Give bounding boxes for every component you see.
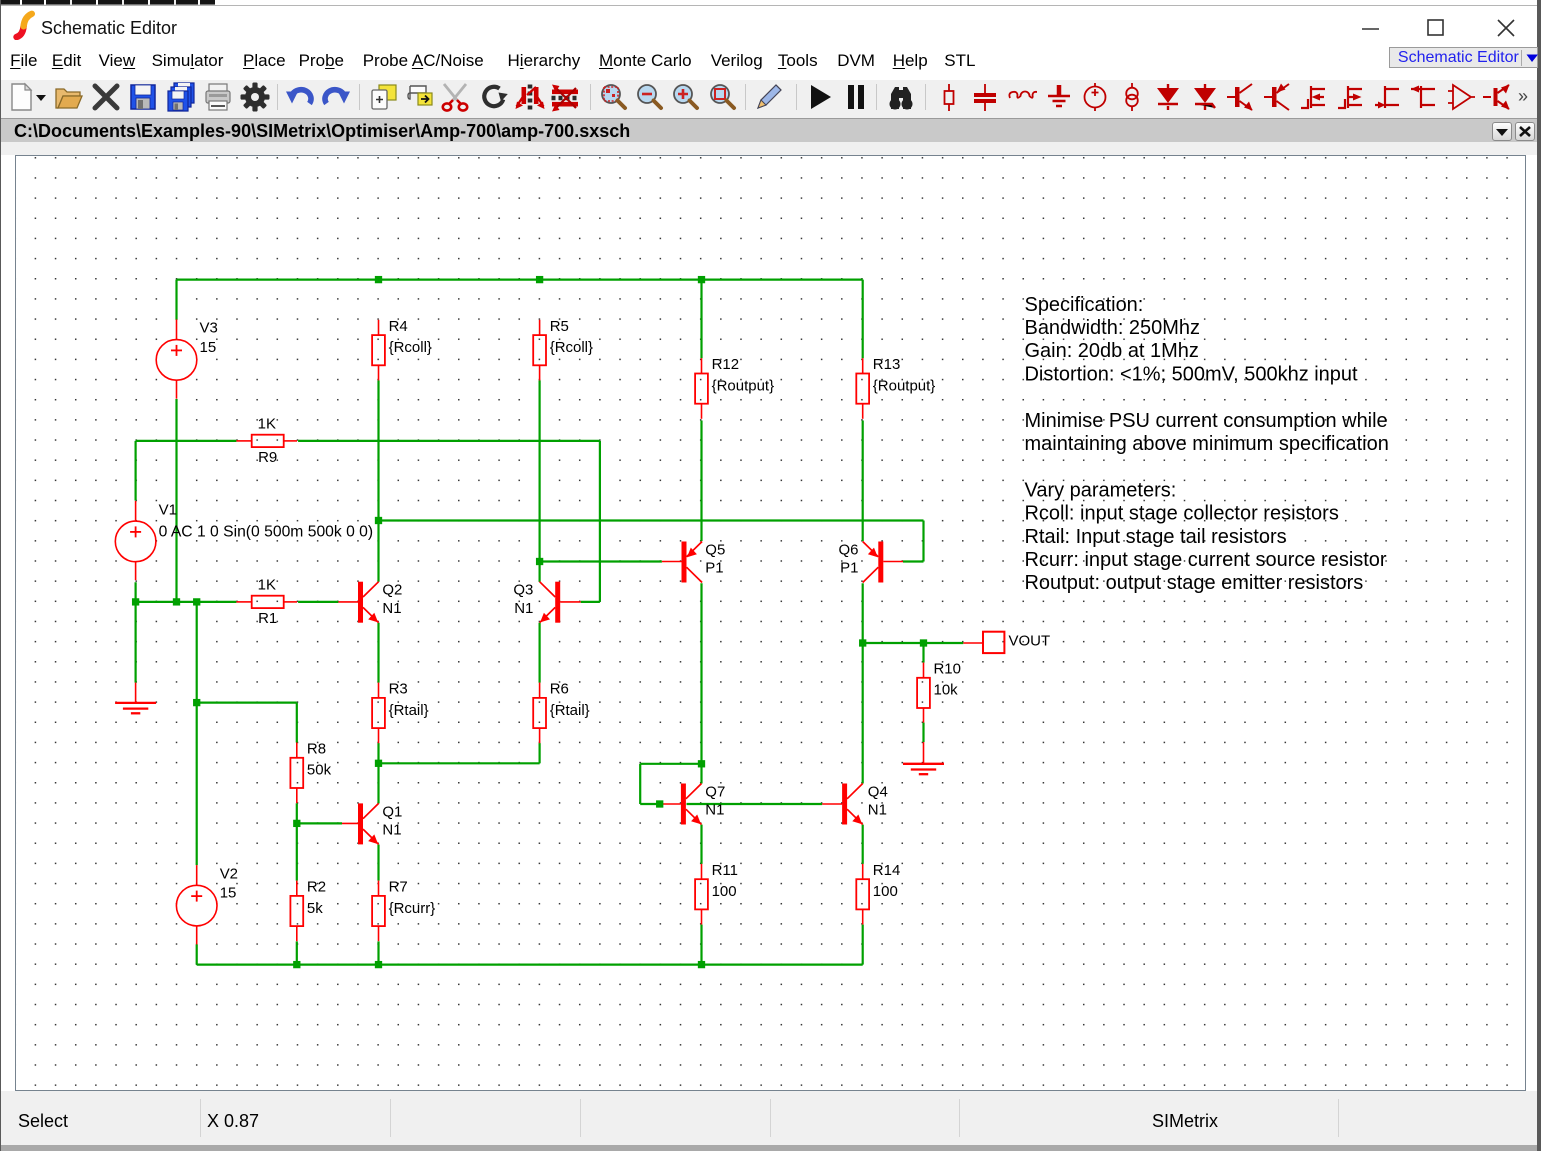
svg-text:R7: R7 <box>389 879 408 896</box>
svg-text:Minimise PSU current consumpti: Minimise PSU current consumption while <box>1024 410 1387 432</box>
svg-text:{Rcoll}: {Rcoll} <box>389 339 432 356</box>
svg-text:100: 100 <box>712 883 737 900</box>
svg-text:Q5: Q5 <box>705 542 725 559</box>
svg-text:R4: R4 <box>389 318 408 335</box>
svg-text:N1: N1 <box>382 600 401 617</box>
svg-text:Routput: output stage emitter: Routput: output stage emitter resistors <box>1024 573 1363 595</box>
svg-text:50k: 50k <box>307 762 332 779</box>
svg-text:Q4: Q4 <box>868 784 888 801</box>
svg-text:V2: V2 <box>220 866 238 883</box>
svg-text:V3: V3 <box>200 320 218 337</box>
svg-text:{Rtail}: {Rtail} <box>389 702 429 719</box>
svg-text:VOUT: VOUT <box>1008 633 1050 650</box>
svg-text:maintaining above minimum spec: maintaining above minimum specification <box>1024 433 1388 455</box>
svg-text:R12: R12 <box>712 357 740 374</box>
svg-text:1K: 1K <box>258 416 276 433</box>
svg-text:15: 15 <box>200 339 217 356</box>
svg-text:N1: N1 <box>705 802 724 819</box>
svg-text:N1: N1 <box>514 600 533 617</box>
svg-text:R6: R6 <box>550 681 569 698</box>
svg-text:R3: R3 <box>389 681 408 698</box>
svg-text:R11: R11 <box>712 862 738 879</box>
svg-text:0 AC 1 0 Sin(0 500m 500k 0 0): 0 AC 1 0 Sin(0 500m 500k 0 0) <box>159 524 374 541</box>
svg-text:Rcurr: input stage current sou: Rcurr: input stage current source resist… <box>1024 549 1386 571</box>
svg-text:R2: R2 <box>307 879 326 896</box>
svg-text:N1: N1 <box>382 822 401 839</box>
svg-text:R13: R13 <box>873 357 901 374</box>
svg-text:Q6: Q6 <box>838 542 858 559</box>
svg-text:R10: R10 <box>933 661 961 678</box>
svg-text:R5: R5 <box>550 318 569 335</box>
svg-text:Vary parameters:: Vary parameters: <box>1024 480 1176 502</box>
svg-text:Specification:: Specification: <box>1024 294 1143 316</box>
svg-text:Rcoll: input stage collector r: Rcoll: input stage collector resistors <box>1024 503 1338 525</box>
svg-text:{Rcoll}: {Rcoll} <box>550 339 593 356</box>
svg-text:100: 100 <box>873 883 898 900</box>
svg-text:5k: 5k <box>307 900 323 917</box>
svg-text:10k: 10k <box>933 682 958 699</box>
svg-text:Bandwidth: 250Mhz: Bandwidth: 250Mhz <box>1024 317 1200 339</box>
svg-text:Q3: Q3 <box>513 582 533 599</box>
svg-text:Gain: 20db at 1Mhz: Gain: 20db at 1Mhz <box>1024 341 1198 363</box>
svg-text:{Routput}: {Routput} <box>873 378 936 395</box>
svg-text:Rtail: Input stage tail resist: Rtail: Input stage tail resistors <box>1024 526 1286 548</box>
svg-text:R8: R8 <box>307 741 326 758</box>
svg-text:P1: P1 <box>840 560 858 577</box>
svg-text:Q1: Q1 <box>382 804 402 821</box>
svg-text:{Routput}: {Routput} <box>712 378 775 395</box>
svg-text:Q2: Q2 <box>382 582 402 599</box>
svg-text:N1: N1 <box>868 802 887 819</box>
svg-text:Q7: Q7 <box>705 784 725 801</box>
svg-text:Distortion: <1%; 500mV, 500khz: Distortion: <1%; 500mV, 500khz input <box>1024 364 1358 386</box>
svg-text:P1: P1 <box>705 560 723 577</box>
svg-text:{Rtail}: {Rtail} <box>550 702 590 719</box>
svg-text:R1: R1 <box>258 611 277 628</box>
svg-text:R14: R14 <box>873 862 901 879</box>
svg-text:{Rcurr}: {Rcurr} <box>389 900 436 917</box>
svg-text:V1: V1 <box>159 502 177 519</box>
svg-text:15: 15 <box>220 885 237 902</box>
svg-text:R9: R9 <box>258 449 277 466</box>
svg-text:1K: 1K <box>258 577 276 594</box>
